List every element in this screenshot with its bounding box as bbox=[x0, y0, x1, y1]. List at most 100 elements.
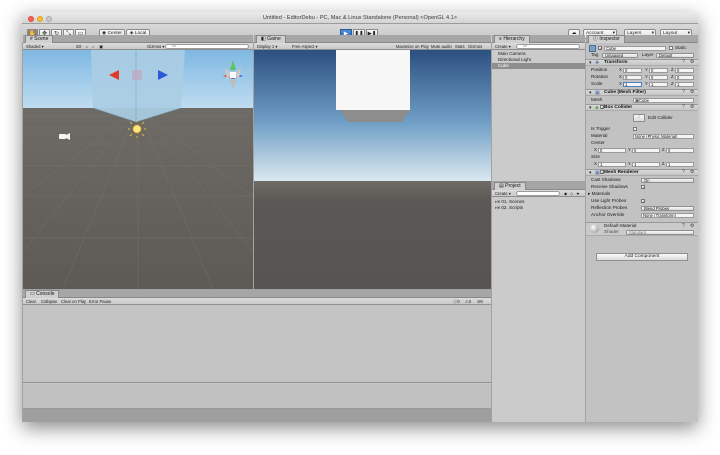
reflection-probes-label: Reflection Probes bbox=[591, 205, 628, 210]
gear-icon[interactable]: ⚙ bbox=[690, 89, 694, 95]
scale-z-field[interactable]: 1 bbox=[675, 82, 694, 87]
project-create-dropdown[interactable]: Create ▾ bbox=[495, 191, 511, 196]
center-y-field[interactable]: 0 bbox=[632, 148, 660, 153]
scene-gizmos-dropdown[interactable]: Gizmos ▾ bbox=[147, 44, 164, 49]
tag-dropdown[interactable]: Untagged bbox=[602, 53, 638, 58]
gear-icon[interactable]: ⚙ bbox=[690, 223, 694, 229]
size-y-field[interactable]: 1 bbox=[632, 162, 660, 167]
shader-dropdown[interactable]: Standard bbox=[626, 230, 694, 235]
console-icon: ▭ bbox=[30, 291, 35, 297]
cast-shadows-dropdown[interactable]: On bbox=[641, 178, 694, 183]
foldout-arrow-icon[interactable]: ▾ bbox=[589, 90, 592, 96]
axis-y-label: Y bbox=[645, 74, 648, 79]
size-x-field[interactable]: 1 bbox=[598, 162, 626, 167]
minimize-window-button[interactable] bbox=[37, 15, 43, 22]
game-gizmos-dropdown[interactable]: Gizmos bbox=[468, 44, 482, 49]
rotation-z-field[interactable]: 0 bbox=[675, 75, 694, 80]
status-bar bbox=[23, 409, 491, 422]
console-log-area[interactable] bbox=[23, 305, 491, 383]
tab-hierarchy[interactable]: ≡ Hierarchy bbox=[494, 35, 530, 43]
scene-render bbox=[23, 50, 253, 289]
add-component-button[interactable]: Add Component bbox=[596, 253, 688, 261]
console-warning-count[interactable]: ⚠0 bbox=[465, 299, 471, 304]
tab-console[interactable]: ▭ Console bbox=[25, 290, 60, 298]
physic-material-field[interactable]: None (Physic Material) bbox=[633, 134, 694, 139]
center-x-field[interactable]: 0 bbox=[598, 148, 626, 153]
help-icon[interactable]: ? bbox=[682, 223, 685, 229]
mesh-field[interactable]: ▦Cube bbox=[633, 98, 694, 103]
rotation-x-field[interactable]: 0 bbox=[623, 75, 642, 80]
project-folder-scripts[interactable]: ▸■ 02. Scripts bbox=[492, 205, 585, 211]
console-log-count[interactable]: ⓘ0 bbox=[453, 299, 460, 304]
favorite-icon[interactable]: ★ bbox=[576, 191, 580, 196]
tab-inspector[interactable]: ⓘ Inspector bbox=[588, 35, 625, 43]
edit-collider-icon[interactable]: ⟋ bbox=[633, 114, 645, 122]
mute-audio-toggle[interactable]: Mute audio bbox=[431, 44, 452, 49]
rotation-y-field[interactable]: 0 bbox=[649, 75, 668, 80]
box-collider-enabled-checkbox[interactable]: ✓ bbox=[600, 105, 604, 110]
game-viewport[interactable] bbox=[254, 50, 491, 289]
maximize-on-play-toggle[interactable]: Maximize on Play bbox=[396, 44, 429, 49]
gear-icon[interactable]: ⚙ bbox=[690, 169, 694, 175]
mode-2d-button[interactable]: 2D bbox=[76, 44, 81, 49]
console-error-count[interactable]: ⊘0 bbox=[477, 299, 483, 304]
filter-label-icon[interactable]: ◇ bbox=[570, 191, 573, 196]
foldout-arrow-icon[interactable]: ▾ bbox=[589, 60, 592, 66]
lighting-icon[interactable]: ☼ bbox=[85, 44, 89, 49]
help-icon[interactable]: ? bbox=[682, 104, 685, 110]
shaded-dropdown[interactable]: Shaded ▾ bbox=[26, 44, 44, 49]
filter-type-icon[interactable]: ◆ bbox=[564, 191, 567, 196]
scale-y-field[interactable]: 1 bbox=[649, 82, 668, 87]
tab-project[interactable]: ▤ Project bbox=[494, 182, 526, 190]
foldout-arrow-icon[interactable]: ▾ bbox=[589, 170, 592, 176]
position-y-field[interactable]: 0 bbox=[649, 68, 668, 73]
tab-scene[interactable]: # Scene bbox=[25, 35, 54, 43]
log-count: 0 bbox=[457, 299, 460, 304]
console-error-pause-button[interactable]: Error Pause bbox=[89, 299, 111, 304]
folder-label: 01. Scenes bbox=[501, 199, 525, 204]
console-collapse-button[interactable]: Collapse bbox=[41, 299, 57, 304]
audio-icon[interactable]: ♪ bbox=[92, 44, 94, 49]
help-icon[interactable]: ? bbox=[682, 169, 685, 175]
reflection-probes-dropdown[interactable]: Blend Probes bbox=[641, 206, 694, 211]
console-detail-area[interactable] bbox=[23, 384, 491, 409]
display-dropdown[interactable]: Display 1 ▾ bbox=[257, 44, 278, 49]
console-clear-button[interactable]: Clear bbox=[26, 299, 36, 304]
mesh-renderer-enabled-checkbox[interactable]: ✓ bbox=[600, 170, 604, 175]
object-name-input[interactable]: Cube bbox=[604, 46, 666, 51]
help-icon[interactable]: ? bbox=[682, 89, 685, 95]
tab-game[interactable]: ◧ Game bbox=[256, 35, 286, 43]
materials-foldout[interactable]: ▸ Materials bbox=[588, 191, 610, 197]
layer-dropdown[interactable]: Default bbox=[656, 53, 694, 58]
help-icon[interactable]: ? bbox=[682, 59, 685, 65]
gear-icon[interactable]: ⚙ bbox=[690, 104, 694, 110]
close-window-button[interactable] bbox=[28, 15, 34, 22]
hierarchy-item-cube[interactable]: Cube bbox=[492, 63, 585, 69]
hierarchy-create-dropdown[interactable]: Create ▾ bbox=[495, 44, 511, 49]
project-search-input[interactable] bbox=[516, 191, 560, 196]
anchor-override-field[interactable]: None (Transform) bbox=[641, 213, 694, 218]
scene-viewport[interactable] bbox=[23, 50, 253, 289]
gear-icon[interactable]: ⚙ bbox=[690, 59, 694, 65]
receive-shadows-checkbox[interactable]: ✓ bbox=[641, 185, 645, 190]
console-clear-on-play-button[interactable]: Clear on Play bbox=[61, 299, 86, 304]
effects-icon[interactable]: ▣ bbox=[99, 44, 103, 49]
scale-x-field[interactable]: 1 bbox=[623, 82, 642, 87]
axis-z-label: Z bbox=[662, 161, 665, 166]
position-z-field[interactable]: 0 bbox=[675, 68, 694, 73]
active-checkbox[interactable]: ✓ bbox=[598, 46, 602, 51]
static-checkbox[interactable] bbox=[669, 46, 673, 50]
is-trigger-checkbox[interactable] bbox=[633, 127, 637, 131]
position-x-field[interactable]: 0 bbox=[623, 68, 642, 73]
foldout-arrow-icon[interactable]: ▾ bbox=[589, 105, 592, 111]
stats-toggle[interactable]: Stats bbox=[455, 44, 465, 49]
materials-label: Materials bbox=[591, 191, 611, 196]
aspect-dropdown[interactable]: Free Aspect ▾ bbox=[292, 44, 318, 49]
size-z-field[interactable]: 1 bbox=[666, 162, 694, 167]
center-z-field[interactable]: 0 bbox=[666, 148, 694, 153]
camera-icon[interactable] bbox=[59, 133, 70, 140]
hierarchy-search-input[interactable]: All bbox=[516, 44, 580, 49]
use-light-probes-checkbox[interactable]: ✓ bbox=[641, 199, 645, 204]
scene-search-input[interactable]: All bbox=[165, 44, 249, 49]
zoom-window-button[interactable] bbox=[46, 15, 52, 22]
